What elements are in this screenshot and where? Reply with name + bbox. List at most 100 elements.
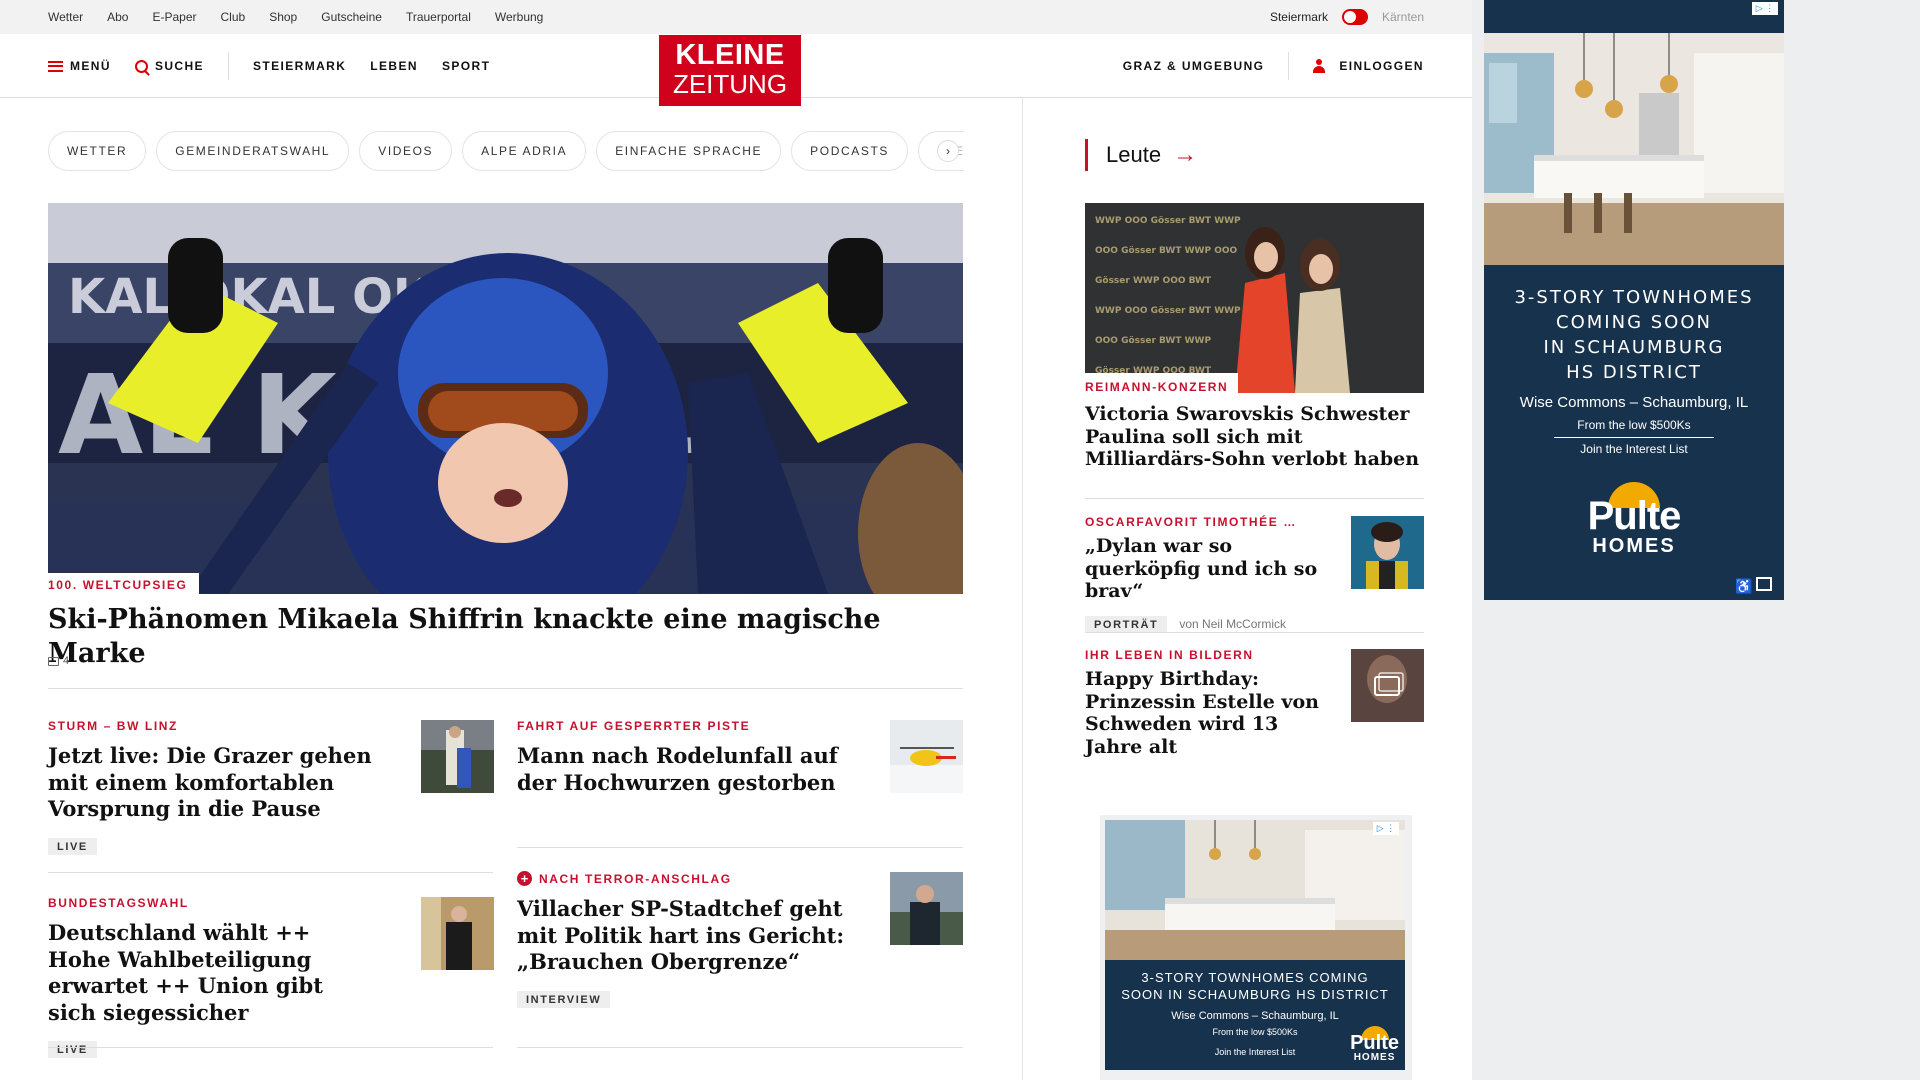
region-steiermark[interactable]: Steiermark: [1270, 10, 1328, 24]
article-headline[interactable]: Villacher SP-Stadtchef geht mit Politik …: [517, 896, 847, 976]
hero-headline[interactable]: Ski-Phänomen Mikaela Shiffrin knackte ei…: [48, 603, 963, 671]
article-thumbnail[interactable]: [421, 897, 494, 970]
leute-article[interactable]: OSCARFAVORIT TIMOTHÉE … „Dylan war so qu…: [1085, 515, 1340, 633]
chips-next-button[interactable]: ›: [937, 140, 959, 162]
nav-item-sport[interactable]: SPORT: [442, 59, 490, 73]
site-logo[interactable]: KLEINE ZEITUNG: [659, 35, 801, 106]
svg-text:OOO Gösser BWT WWP: OOO Gösser BWT WWP: [1095, 336, 1211, 346]
ad-headline: 3-STORY TOWNHOMES COMING SOON IN SCHAUMB…: [1484, 285, 1784, 385]
leute-main-article[interactable]: Victoria Swarovskis Schwester Paulina so…: [1085, 403, 1424, 471]
article-author[interactable]: von Neil McCormick: [1179, 617, 1286, 631]
pulte-logo-small: Pulte HOMES: [1350, 1026, 1399, 1063]
pulte-brand-small: Pulte: [1350, 1032, 1399, 1054]
article-card[interactable]: FAHRT AUF GESPERRTER PISTE Mann nach Rod…: [517, 719, 847, 796]
adchoices-icon[interactable]: ▷ ⋮: [1752, 2, 1778, 15]
chip-videos[interactable]: VIDEOS: [359, 131, 453, 171]
leute-main-image[interactable]: WWP OOO Gösser BWT WWP OOO Gösser BWT WW…: [1085, 203, 1424, 393]
pulte-logo: Pulte HOMES: [1584, 482, 1684, 572]
article-tag: FAHRT AUF GESPERRTER PISTE: [517, 719, 751, 733]
svg-text:WWP OOO Gösser BWT WWP: WWP OOO Gösser BWT WWP: [1095, 306, 1241, 316]
hero-tag[interactable]: 100. WELTCUPSIEG: [48, 573, 200, 595]
utility-link-wetter[interactable]: Wetter: [48, 10, 83, 24]
kitchen-photo: [1105, 820, 1405, 960]
article-thumbnail[interactable]: [1351, 649, 1424, 722]
ad-small-headline-2: SOON IN SCHAUMBURG HS DISTRICT: [1121, 987, 1389, 1002]
utility-link-abo[interactable]: Abo: [107, 10, 128, 24]
article-headline[interactable]: Deutschland wählt ++ Hohe Wahlbeteiligun…: [48, 920, 378, 1026]
ad-headline-line-1: 3-STORY TOWNHOMES: [1514, 287, 1754, 308]
ad-banner-skyscraper[interactable]: ▷ ⋮ 3-STORY TOWNHOMES COMING SOON IN SCH…: [1484, 0, 1784, 600]
ad-banner-small[interactable]: 3-STORY TOWNHOMES COMING SOON IN SCHAUMB…: [1105, 820, 1405, 1070]
comment-count-value: 4: [63, 655, 70, 667]
divider: [1085, 632, 1424, 633]
utility-link-werbung[interactable]: Werbung: [495, 10, 543, 24]
arrow-right-icon: →: [1173, 141, 1198, 168]
comment-count[interactable]: 4: [48, 655, 69, 667]
hero-image[interactable]: KAL OKAL OKAL AL KA KAL: [48, 203, 963, 594]
comment-icon: [48, 656, 59, 666]
menu-button[interactable]: MENÜ: [48, 59, 111, 73]
pulte-brand-2: HOMES: [1592, 535, 1676, 557]
article-headline[interactable]: „Dylan war so querköpfig und ich so brav…: [1085, 535, 1340, 603]
pulte-brand-small-2: HOMES: [1353, 1052, 1396, 1063]
chevron-right-icon: ›: [946, 144, 950, 158]
timothee-photo: [1351, 516, 1424, 589]
utility-link-gutscheine[interactable]: Gutscheine: [321, 10, 382, 24]
article-headline[interactable]: Victoria Swarovskis Schwester Paulina so…: [1085, 403, 1424, 471]
mayor-photo: [890, 872, 963, 945]
skier-photo: KAL OKAL OKAL AL KA KAL: [48, 203, 963, 594]
article-tag[interactable]: REIMANN-KONZERN: [1085, 380, 1228, 394]
helicopter-photo: [890, 720, 963, 793]
region-kaernten[interactable]: Kärnten: [1382, 10, 1424, 24]
leute-article[interactable]: IHR LEBEN IN BILDERN Happy Birthday: Pri…: [1085, 648, 1340, 758]
pulte-brand: Pulte: [1587, 494, 1682, 538]
nav-item-graz[interactable]: GRAZ & UMGEBUNG: [1123, 59, 1265, 73]
chip-alpe-adria[interactable]: ALPE ADRIA: [462, 131, 587, 171]
article-tag: OSCARFAVORIT TIMOTHÉE …: [1085, 515, 1297, 529]
nav-item-leben[interactable]: LEBEN: [370, 59, 418, 73]
leute-heading[interactable]: Leute →: [1085, 139, 1197, 171]
kitchen-photo-large: [1484, 33, 1784, 265]
article-card[interactable]: + NACH TERROR-ANSCHLAG Villacher SP-Stad…: [517, 871, 847, 1008]
menu-label: MENÜ: [70, 59, 111, 73]
logo-line-1: KLEINE: [675, 39, 785, 71]
utility-links: Wetter Abo E-Paper Club Shop Gutscheine …: [48, 0, 567, 34]
article-card[interactable]: STURM – BW LINZ Jetzt live: Die Grazer g…: [48, 719, 378, 855]
red-carpet-photo: WWP OOO Gösser BWT WWP OOO Gösser BWT WW…: [1085, 203, 1424, 393]
column-divider: [1022, 98, 1023, 1080]
article-headline[interactable]: Jetzt live: Die Grazer gehen mit einem k…: [48, 743, 378, 823]
topic-chips: WETTER GEMEINDERATSWAHL VIDEOS ALPE ADRI…: [48, 131, 964, 171]
plus-icon: +: [517, 871, 532, 886]
article-headline[interactable]: Happy Birthday: Prinzessin Estelle von S…: [1085, 668, 1340, 758]
ad-price: From the low $500Ks: [1577, 418, 1691, 432]
article-thumbnail[interactable]: [890, 872, 963, 945]
utility-link-trauerportal[interactable]: Trauerportal: [406, 10, 471, 24]
chip-einfache-sprache[interactable]: EINFACHE SPRACHE: [596, 131, 782, 171]
politician-photo: [421, 897, 494, 970]
logo-line-2: ZEITUNG: [672, 69, 788, 99]
utility-link-club[interactable]: Club: [221, 10, 246, 24]
article-headline[interactable]: Mann nach Rodelunfall auf der Hochwurzen…: [517, 743, 847, 796]
article-thumbnail[interactable]: [1351, 516, 1424, 589]
article-tag: IHR LEBEN IN BILDERN: [1085, 648, 1254, 662]
chip-podcasts[interactable]: PODCASTS: [791, 131, 908, 171]
search-label: SUCHE: [154, 59, 204, 73]
live-badge: LIVE: [48, 1041, 97, 1058]
article-tag: STURM – BW LINZ: [48, 719, 178, 733]
region-toggle[interactable]: [1341, 9, 1368, 25]
search-button[interactable]: SUCHE: [134, 59, 204, 73]
chip-gemeinderatswahl[interactable]: GEMEINDERATSWAHL: [156, 131, 350, 171]
article-card[interactable]: BUNDESTAGSWAHL Deutschland wählt ++ Hohe…: [48, 896, 378, 1058]
ad-headline-line-3: IN SCHAUMBURG: [1543, 337, 1725, 358]
article-thumbnail[interactable]: [421, 720, 494, 793]
adchoices-icon[interactable]: ▷ ⋮: [1373, 822, 1399, 835]
svg-text:OOO Gösser BWT WWP OOO: OOO Gösser BWT WWP OOO: [1095, 246, 1237, 256]
region-switch: Steiermark Kärnten: [1270, 0, 1424, 34]
ad-cta[interactable]: Join the Interest List: [1484, 442, 1784, 456]
utility-link-shop[interactable]: Shop: [269, 10, 297, 24]
article-thumbnail[interactable]: [890, 720, 963, 793]
utility-link-epaper[interactable]: E-Paper: [152, 10, 196, 24]
chip-wetter[interactable]: WETTER: [48, 131, 147, 171]
nav-item-steiermark[interactable]: STEIERMARK: [253, 59, 346, 73]
login-button[interactable]: EINLOGGEN: [1313, 59, 1424, 73]
